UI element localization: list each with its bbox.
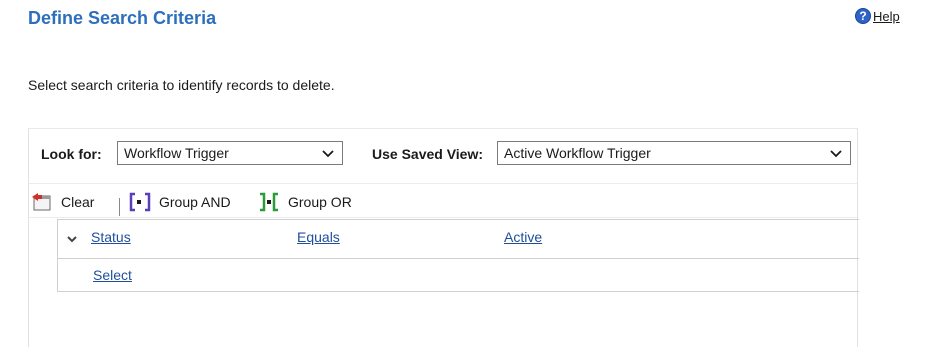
- saved-view-value: Active Workflow Trigger: [504, 145, 651, 161]
- condition-list: Status Equals Active Select: [57, 219, 859, 292]
- toolbar-divider-top: [29, 183, 857, 184]
- help-link[interactable]: ? Help: [855, 8, 900, 24]
- group-and-icon: [129, 192, 151, 212]
- look-for-select[interactable]: Workflow Trigger: [117, 141, 343, 165]
- row-divider: [58, 258, 859, 259]
- criteria-panel: Look for: Workflow Trigger Use Saved Vie…: [28, 128, 859, 347]
- question-circle-icon: ?: [855, 8, 871, 24]
- look-for-value: Workflow Trigger: [124, 145, 229, 161]
- chevron-down-icon: [830, 150, 842, 158]
- group-and-button[interactable]: Group AND: [129, 191, 231, 213]
- clear-label: Clear: [61, 194, 95, 210]
- select-field-link[interactable]: Select: [93, 267, 132, 283]
- group-and-label: Group AND: [159, 194, 231, 210]
- page-title: Define Search Criteria: [28, 8, 217, 28]
- help-label: Help: [873, 8, 900, 24]
- instructions-text: Select search criteria to identify recor…: [28, 77, 335, 93]
- group-or-button[interactable]: Group OR: [258, 191, 352, 213]
- clear-icon: [32, 193, 51, 211]
- group-or-label: Group OR: [288, 194, 352, 210]
- toolbar-divider-bottom: [29, 217, 857, 218]
- condition-field-link[interactable]: Status: [91, 229, 131, 245]
- chevron-down-icon[interactable]: [66, 233, 78, 245]
- toolbar-separator: [119, 198, 120, 216]
- saved-view-select[interactable]: Active Workflow Trigger: [497, 141, 851, 165]
- group-or-icon: [260, 192, 278, 212]
- saved-view-label: Use Saved View:: [372, 146, 484, 162]
- condition-value-link[interactable]: Active: [504, 229, 542, 245]
- condition-operator-link[interactable]: Equals: [297, 229, 340, 245]
- chevron-down-icon: [322, 150, 334, 158]
- look-for-label: Look for:: [41, 146, 102, 162]
- clear-button[interactable]: Clear: [31, 191, 94, 213]
